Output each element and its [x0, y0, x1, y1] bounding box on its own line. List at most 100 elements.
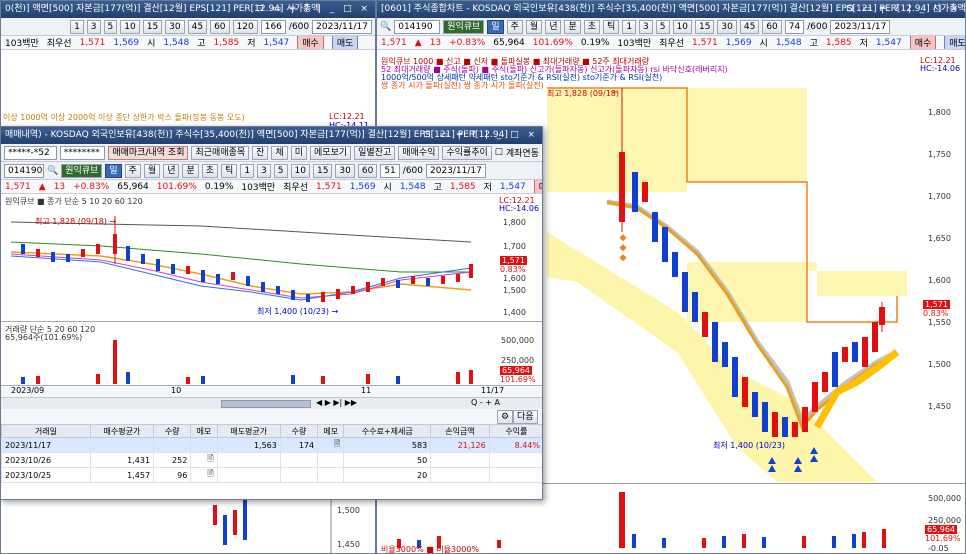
cell-sell-qty: 174	[279, 437, 319, 453]
balance-button[interactable]: 잔	[252, 145, 269, 160]
left-window-titlebar[interactable]: 0(천)] 액면[500] 자본금[177(억)] 결산[12월] EPS[12…	[1, 1, 375, 18]
col-buy-avg: 매수평균가	[89, 424, 155, 438]
stock-code-input[interactable]: 014190	[394, 19, 441, 34]
period-5[interactable]: 5	[103, 19, 118, 34]
interval-1[interactable]: 1	[240, 163, 255, 178]
window-controls[interactable]: ⊡ ▭ ╤ ? | _ □ ×	[423, 127, 538, 144]
best-label: 최우선	[46, 39, 72, 49]
buy-button[interactable]: 매수	[909, 36, 937, 49]
memo-icon[interactable]: 🗎	[190, 467, 218, 483]
front-scrollbar[interactable]: ◀ ▶ ▶| ▶▶ Q - + A	[1, 397, 542, 409]
right-legend-4: 쌍 종가 시가 돌파(실전) 쌍 종가 시가 돌파(실전)	[381, 81, 544, 90]
account-input[interactable]: *****-*52	[4, 145, 57, 160]
count-input[interactable]: 166	[260, 19, 286, 34]
interval-15[interactable]: 15	[312, 163, 333, 178]
chart-nav-icons[interactable]: ◀ ▶ ▶| ▶▶	[316, 398, 357, 407]
front-window-titlebar[interactable]: 매매내역) - KOSDAQ 외국인보유[438(천)] 주식수[35,400(…	[1, 127, 542, 144]
zoom-icons[interactable]: Q - + A	[471, 398, 500, 407]
gear-icon[interactable]: ⚙	[497, 410, 514, 424]
next-button[interactable]: 다음	[513, 410, 538, 424]
period-tick[interactable]: 틱	[221, 163, 238, 178]
unexecuted-button[interactable]: 미	[290, 145, 308, 160]
table-row[interactable]: 2023/10/26 1,431 252 🗎 50	[1, 452, 542, 468]
profit-trend-button[interactable]: 수익률추이	[442, 145, 492, 160]
interval-5[interactable]: 5	[655, 19, 670, 34]
period-1[interactable]: 1	[70, 19, 84, 34]
period-year[interactable]: 년	[163, 163, 180, 178]
memo-icon[interactable]: 🗎	[190, 452, 218, 468]
count-input[interactable]: 51	[380, 163, 400, 178]
right-window-titlebar[interactable]: [0601] 주식종합차트 - KOSDAQ 외국인보유[438(천)] 주식수…	[377, 1, 965, 18]
period-month[interactable]: 월	[143, 163, 161, 178]
memo-icon[interactable]	[317, 467, 345, 483]
memo-icon[interactable]	[190, 437, 218, 453]
period-month[interactable]: 월	[525, 19, 543, 34]
interval-30[interactable]: 30	[335, 163, 355, 178]
window-controls[interactable]: ⊡ ▭ ╤ ? | _ □ ×	[846, 1, 961, 18]
period-120[interactable]: 120	[232, 19, 258, 34]
period-30[interactable]: 30	[165, 19, 185, 34]
stock-name[interactable]: 원익큐브	[443, 19, 485, 34]
period-second[interactable]: 초	[583, 19, 601, 34]
memo-icon[interactable]: 🗎	[317, 437, 345, 453]
period-tick[interactable]: 틱	[603, 19, 620, 34]
interval-5[interactable]: 5	[273, 163, 288, 178]
search-icon[interactable]: 🔍	[47, 166, 58, 176]
interval-10[interactable]: 10	[672, 19, 692, 34]
period-minute[interactable]: 분	[182, 163, 199, 178]
window-controls[interactable]: ⊡ ▭ ╤ ? | _ □ ×	[256, 1, 371, 18]
period-day[interactable]: 일	[487, 19, 504, 34]
interval-60[interactable]: 60	[762, 19, 782, 34]
period-60[interactable]: 60	[210, 19, 230, 34]
period-second[interactable]: 초	[201, 163, 219, 178]
period-week[interactable]: 주	[124, 163, 141, 178]
account-link-checkbox[interactable]: ☐	[495, 148, 503, 158]
cell-return: 8.44%	[488, 437, 542, 453]
front-price-chart[interactable]: 원익큐브 ■ 종가 단순 5 10 20 60 120 최고 1,828 (09…	[1, 194, 542, 320]
table-row[interactable]: 2023/10/25 1,457 96 🗎 20	[1, 467, 542, 483]
table-row[interactable]: 2023/11/17 1,563 174 🗎 583 21,126 8.44%	[1, 437, 542, 453]
interval-10[interactable]: 10	[290, 163, 310, 178]
period-3[interactable]: 3	[86, 19, 101, 34]
password-input[interactable]: ********	[59, 145, 106, 160]
count-input[interactable]: 74	[784, 19, 805, 34]
trade-mark-query-button[interactable]: 매매마크/내역 조회	[108, 145, 189, 160]
right-axis-1450: 1,450	[928, 402, 951, 411]
sell-button[interactable]: 매도	[331, 36, 359, 49]
interval-60[interactable]: 60	[357, 163, 378, 178]
executed-button[interactable]: 체	[271, 145, 288, 160]
daily-balance-button[interactable]: 일별잔고	[354, 145, 396, 160]
sell-button[interactable]: 매도	[944, 36, 965, 49]
date-input[interactable]: 2023/11/17	[830, 19, 891, 34]
stock-code-input[interactable]: 014190	[4, 163, 44, 178]
cell-sell-avg	[216, 452, 281, 468]
period-week[interactable]: 주	[506, 19, 523, 34]
memo-icon[interactable]	[317, 452, 345, 468]
interval-45[interactable]: 45	[739, 19, 760, 34]
memo-view-button[interactable]: 메모보기	[310, 145, 352, 160]
buy-button[interactable]: 매수	[297, 36, 324, 49]
volume-amount: 103백만	[241, 183, 276, 193]
interval-15[interactable]: 15	[694, 19, 715, 34]
period-15[interactable]: 15	[142, 19, 163, 34]
interval-30[interactable]: 30	[717, 19, 737, 34]
front-legend: 원익큐브 ■ 종가 단순 5 10 20 60 120	[5, 197, 143, 206]
scroll-thumb[interactable]	[221, 400, 311, 408]
trade-profit-button[interactable]: 매매수익	[398, 145, 440, 160]
interval-3[interactable]: 3	[257, 163, 271, 178]
period-year[interactable]: 년	[545, 19, 562, 34]
period-45[interactable]: 45	[187, 19, 208, 34]
front-volume-chart[interactable]: 거래량 단순 5 20 60 120 65,964주(101.69%) 500,…	[1, 321, 542, 385]
interval-3[interactable]: 3	[639, 19, 653, 34]
period-10[interactable]: 10	[120, 19, 140, 34]
period-day[interactable]: 일	[105, 163, 122, 178]
recent-stocks-button[interactable]: 최근매매종목	[191, 145, 250, 160]
period-minute[interactable]: 분	[564, 19, 581, 34]
stock-name[interactable]: 원익큐브	[61, 163, 103, 178]
front-axis-1500: 1,500	[503, 286, 526, 295]
date-input[interactable]: 2023/11/17	[426, 163, 486, 178]
interval-1[interactable]: 1	[622, 19, 637, 34]
buy-button[interactable]: 매수	[533, 180, 542, 193]
date-input[interactable]: 2023/11/17	[312, 19, 372, 34]
search-icon[interactable]: 🔍	[380, 22, 391, 32]
